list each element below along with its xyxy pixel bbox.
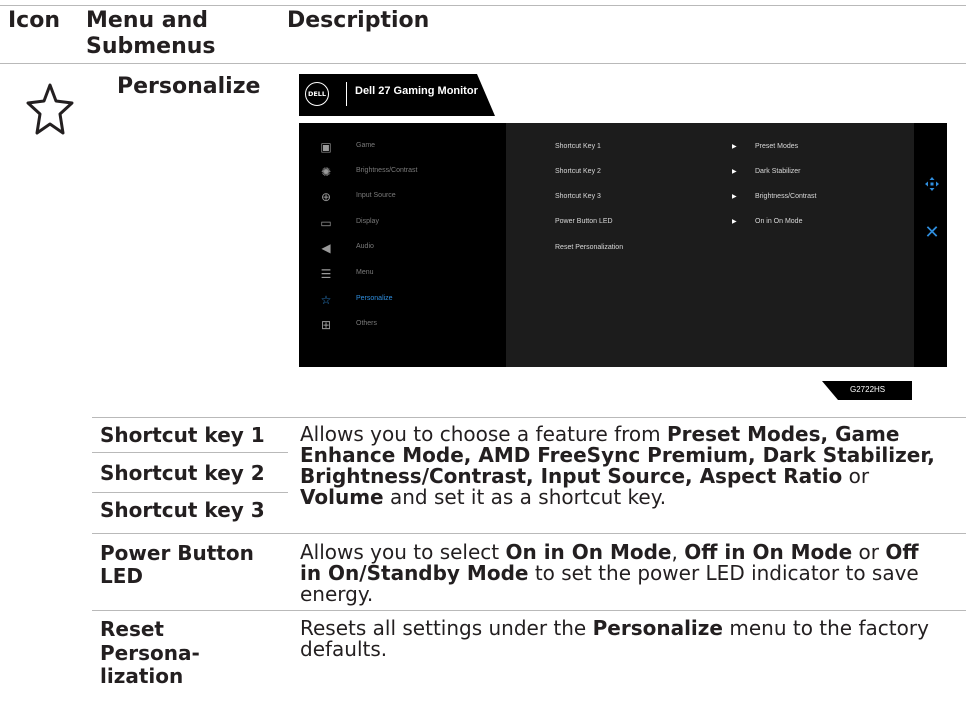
option-name: Shortcut Key 1 (555, 143, 601, 150)
row-label-reset-line2: Persona- (100, 641, 200, 665)
option-reset-personalization[interactable]: Reset Personalization (506, 241, 914, 257)
model-tag: G2722HS (822, 381, 912, 400)
menu-item-display[interactable]: ▭ Display (299, 215, 506, 233)
option-value: Preset Modes (755, 143, 799, 150)
row-rule (92, 492, 288, 493)
chevron-right-icon: ▶ (732, 218, 737, 225)
menu-item-label: Others (356, 320, 378, 327)
menu-icon: ☰ (320, 267, 332, 281)
row-rule (92, 417, 966, 418)
star-icon (26, 82, 74, 138)
menu-item-label: Personalize (356, 295, 393, 302)
input-source-icon: ⊕ (320, 190, 332, 204)
menu-item-input-source[interactable]: ⊕ Input Source (299, 189, 506, 207)
menu-item-menu[interactable]: ☰ Menu (299, 266, 506, 284)
option-name: Reset Personalization (555, 244, 624, 251)
reset-personalization-description: Resets all settings under the Personaliz… (300, 616, 929, 661)
row-rule (92, 533, 966, 534)
menu-item-brightness-contrast[interactable]: ✺ Brightness/Contrast (299, 164, 506, 182)
chevron-right-icon: ▶ (732, 143, 737, 150)
option-power-button-led[interactable]: Power Button LED ▶ On in On Mode (506, 215, 914, 231)
menu-item-label: Audio (356, 243, 374, 250)
top-rule (0, 5, 966, 6)
row-label-reset-line1: Reset (100, 617, 164, 641)
row-rule (92, 452, 288, 453)
row-label-shortcut-key-3: Shortcut key 3 (100, 498, 265, 522)
header-desc-col: Description (287, 8, 430, 33)
dell-logo: DELL (305, 82, 329, 106)
model-label: G2722HS (850, 385, 886, 394)
option-shortcut-key-3[interactable]: Shortcut Key 3 ▶ Brightness/Contrast (506, 190, 914, 206)
others-icon: ⊞ (320, 318, 332, 332)
shortcut-key-description: Allows you to choose a feature from Pres… (300, 422, 935, 509)
row-label-power-button-led-line1: Power Button (100, 541, 254, 565)
menu-item-label: Input Source (356, 192, 396, 199)
menu-item-label: Menu (356, 269, 374, 276)
osd-menu: ▣ Game ✺ Brightness/Contrast ⊕ Input Sou… (299, 123, 947, 367)
row-label-shortcut-key-2: Shortcut key 2 (100, 461, 265, 485)
row-label-reset-line3: lization (100, 664, 184, 688)
display-icon: ▭ (320, 216, 332, 230)
osd-nav-bar: ✕ (914, 123, 947, 367)
power-button-led-description: Allows you to select On in On Mode, Off … (300, 540, 919, 606)
option-value: Dark Stabilizer (755, 168, 801, 175)
option-name: Shortcut Key 3 (555, 193, 601, 200)
audio-icon: ◀ (321, 241, 331, 255)
star-icon: ☆ (320, 293, 332, 307)
osd-submenu: Shortcut Key 1 ▶ Preset Modes Shortcut K… (506, 123, 914, 367)
menu-item-game[interactable]: ▣ Game (299, 139, 506, 157)
option-name: Power Button LED (555, 218, 613, 225)
header-icon-col: Icon (8, 8, 61, 33)
brightness-icon: ✺ (320, 165, 332, 179)
option-shortcut-key-1[interactable]: Shortcut Key 1 ▶ Preset Modes (506, 140, 914, 156)
option-value: Brightness/Contrast (755, 193, 817, 200)
chevron-right-icon: ▶ (732, 168, 737, 175)
menu-item-audio[interactable]: ◀ Audio (299, 240, 506, 258)
section-title: Personalize (117, 74, 261, 99)
header-menu-col-line1: Menu and (86, 8, 209, 33)
row-rule (92, 610, 966, 611)
menu-item-others[interactable]: ⊞ Others (299, 317, 506, 335)
chevron-right-icon: ▶ (732, 193, 737, 200)
menu-item-personalize[interactable]: ☆ Personalize (299, 292, 506, 310)
close-icon[interactable]: ✕ (924, 224, 940, 242)
osd-title-tab: DELL Dell 27 Gaming Monitor (299, 74, 495, 116)
header-menu-col-line2: Submenus (86, 34, 216, 59)
row-label-shortcut-key-1: Shortcut key 1 (100, 423, 265, 447)
osd-title: Dell 27 Gaming Monitor (355, 85, 478, 97)
osd-title-separator (346, 82, 347, 106)
menu-item-label: Display (356, 218, 379, 225)
game-icon: ▣ (320, 140, 332, 154)
navigation-joystick-icon[interactable] (924, 176, 940, 192)
option-shortcut-key-2[interactable]: Shortcut Key 2 ▶ Dark Stabilizer (506, 165, 914, 181)
menu-item-label: Game (356, 142, 376, 149)
header-rule (0, 63, 966, 64)
osd-main-menu: ▣ Game ✺ Brightness/Contrast ⊕ Input Sou… (299, 123, 506, 367)
option-name: Shortcut Key 2 (555, 168, 601, 175)
row-label-power-button-led-line2: LED (100, 564, 144, 588)
menu-item-label: Brightness/Contrast (356, 167, 418, 174)
option-value: On in On Mode (755, 218, 803, 225)
